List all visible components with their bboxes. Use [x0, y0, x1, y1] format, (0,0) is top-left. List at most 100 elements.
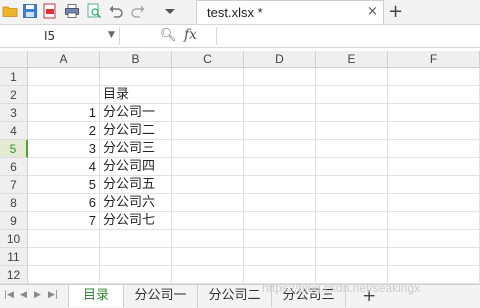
cell-f9[interactable] [388, 212, 480, 230]
row-header-3[interactable]: 3 [0, 104, 28, 122]
cell-e3[interactable] [316, 104, 388, 122]
column-header-a[interactable]: A [28, 51, 100, 68]
row-header-2[interactable]: 2 [0, 86, 28, 104]
row-header-11[interactable]: 11 [0, 248, 28, 266]
redo-icon[interactable] [130, 3, 146, 19]
formula-input[interactable] [218, 27, 480, 45]
cell-a10[interactable] [28, 230, 100, 248]
cell-a3[interactable]: 1 [28, 104, 100, 122]
cell-d11[interactable] [244, 248, 316, 266]
cell-e6[interactable] [316, 158, 388, 176]
column-header-b[interactable]: B [100, 51, 172, 68]
cell-c3[interactable] [172, 104, 244, 122]
cell-c8[interactable] [172, 194, 244, 212]
cell-d4[interactable] [244, 122, 316, 140]
cell-a12[interactable] [28, 266, 100, 284]
cell-b3[interactable]: 分公司一 [100, 104, 172, 122]
row-header-4[interactable]: 4 [0, 122, 28, 140]
name-box[interactable]: I5 ▼ [0, 27, 120, 45]
cell-f2[interactable] [388, 86, 480, 104]
cell-d3[interactable] [244, 104, 316, 122]
sheet-tab-0[interactable]: 目录 [68, 285, 124, 307]
cell-d9[interactable] [244, 212, 316, 230]
cell-d7[interactable] [244, 176, 316, 194]
cell-d1[interactable] [244, 68, 316, 86]
cell-a1[interactable] [28, 68, 100, 86]
cell-c5[interactable] [172, 140, 244, 158]
close-icon[interactable]: × [367, 4, 378, 19]
cell-b2[interactable]: 目录 [100, 86, 172, 104]
cell-c11[interactable] [172, 248, 244, 266]
cell-c9[interactable] [172, 212, 244, 230]
row-header-5[interactable]: 5 [0, 140, 28, 158]
first-sheet-icon[interactable]: |◀ [4, 290, 14, 300]
prev-sheet-icon[interactable]: ◀ [20, 290, 27, 300]
cell-d2[interactable] [244, 86, 316, 104]
cell-c10[interactable] [172, 230, 244, 248]
cell-f1[interactable] [388, 68, 480, 86]
cell-a9[interactable]: 7 [28, 212, 100, 230]
cell-b8[interactable]: 分公司六 [100, 194, 172, 212]
row-header-8[interactable]: 8 [0, 194, 28, 212]
cell-a8[interactable]: 6 [28, 194, 100, 212]
cell-e7[interactable] [316, 176, 388, 194]
dropdown-icon[interactable] [162, 3, 178, 19]
cell-b9[interactable]: 分公司七 [100, 212, 172, 230]
cell-b7[interactable]: 分公司五 [100, 176, 172, 194]
new-tab-button[interactable]: + [388, 1, 403, 22]
cell-d10[interactable] [244, 230, 316, 248]
cell-c6[interactable] [172, 158, 244, 176]
row-header-7[interactable]: 7 [0, 176, 28, 194]
column-header-c[interactable]: C [172, 51, 244, 68]
cell-e4[interactable] [316, 122, 388, 140]
insert-function-button[interactable]: fx [184, 27, 197, 43]
undo-icon[interactable] [108, 3, 124, 19]
cell-f4[interactable] [388, 122, 480, 140]
cell-e1[interactable] [316, 68, 388, 86]
row-header-9[interactable]: 9 [0, 212, 28, 230]
cell-e9[interactable] [316, 212, 388, 230]
cell-d6[interactable] [244, 158, 316, 176]
cell-e5[interactable] [316, 140, 388, 158]
cell-c4[interactable] [172, 122, 244, 140]
export-pdf-icon[interactable] [42, 3, 58, 19]
last-sheet-icon[interactable]: ▶| [48, 290, 58, 300]
cell-e10[interactable] [316, 230, 388, 248]
cell-a11[interactable] [28, 248, 100, 266]
cell-b1[interactable] [100, 68, 172, 86]
cell-b6[interactable]: 分公司四 [100, 158, 172, 176]
cell-e8[interactable] [316, 194, 388, 212]
row-header-6[interactable]: 6 [0, 158, 28, 176]
column-header-d[interactable]: D [244, 51, 316, 68]
cell-e11[interactable] [316, 248, 388, 266]
cell-c2[interactable] [172, 86, 244, 104]
sheet-tab-2[interactable]: 分公司二 [198, 285, 272, 307]
column-header-e[interactable]: E [316, 51, 388, 68]
row-header-1[interactable]: 1 [0, 68, 28, 86]
print-preview-icon[interactable] [86, 3, 102, 19]
cell-f3[interactable] [388, 104, 480, 122]
cell-f7[interactable] [388, 176, 480, 194]
cell-a6[interactable]: 4 [28, 158, 100, 176]
cell-a4[interactable]: 2 [28, 122, 100, 140]
column-header-f[interactable]: F [388, 51, 480, 68]
select-all-corner[interactable] [0, 51, 28, 68]
cell-b11[interactable] [100, 248, 172, 266]
cell-f6[interactable] [388, 158, 480, 176]
zoom-search-icon[interactable]: 🔍︎ [160, 28, 177, 43]
cell-f5[interactable] [388, 140, 480, 158]
save-icon[interactable] [22, 3, 38, 19]
cell-b4[interactable]: 分公司二 [100, 122, 172, 140]
cell-a2[interactable] [28, 86, 100, 104]
cell-c7[interactable] [172, 176, 244, 194]
row-header-12[interactable]: 12 [0, 266, 28, 284]
cell-d8[interactable] [244, 194, 316, 212]
cell-f10[interactable] [388, 230, 480, 248]
cell-b12[interactable] [100, 266, 172, 284]
cell-f11[interactable] [388, 248, 480, 266]
print-icon[interactable] [64, 3, 80, 19]
next-sheet-icon[interactable]: ▶ [34, 290, 41, 300]
cell-d5[interactable] [244, 140, 316, 158]
folder-icon[interactable] [2, 3, 18, 19]
cell-a7[interactable]: 5 [28, 176, 100, 194]
